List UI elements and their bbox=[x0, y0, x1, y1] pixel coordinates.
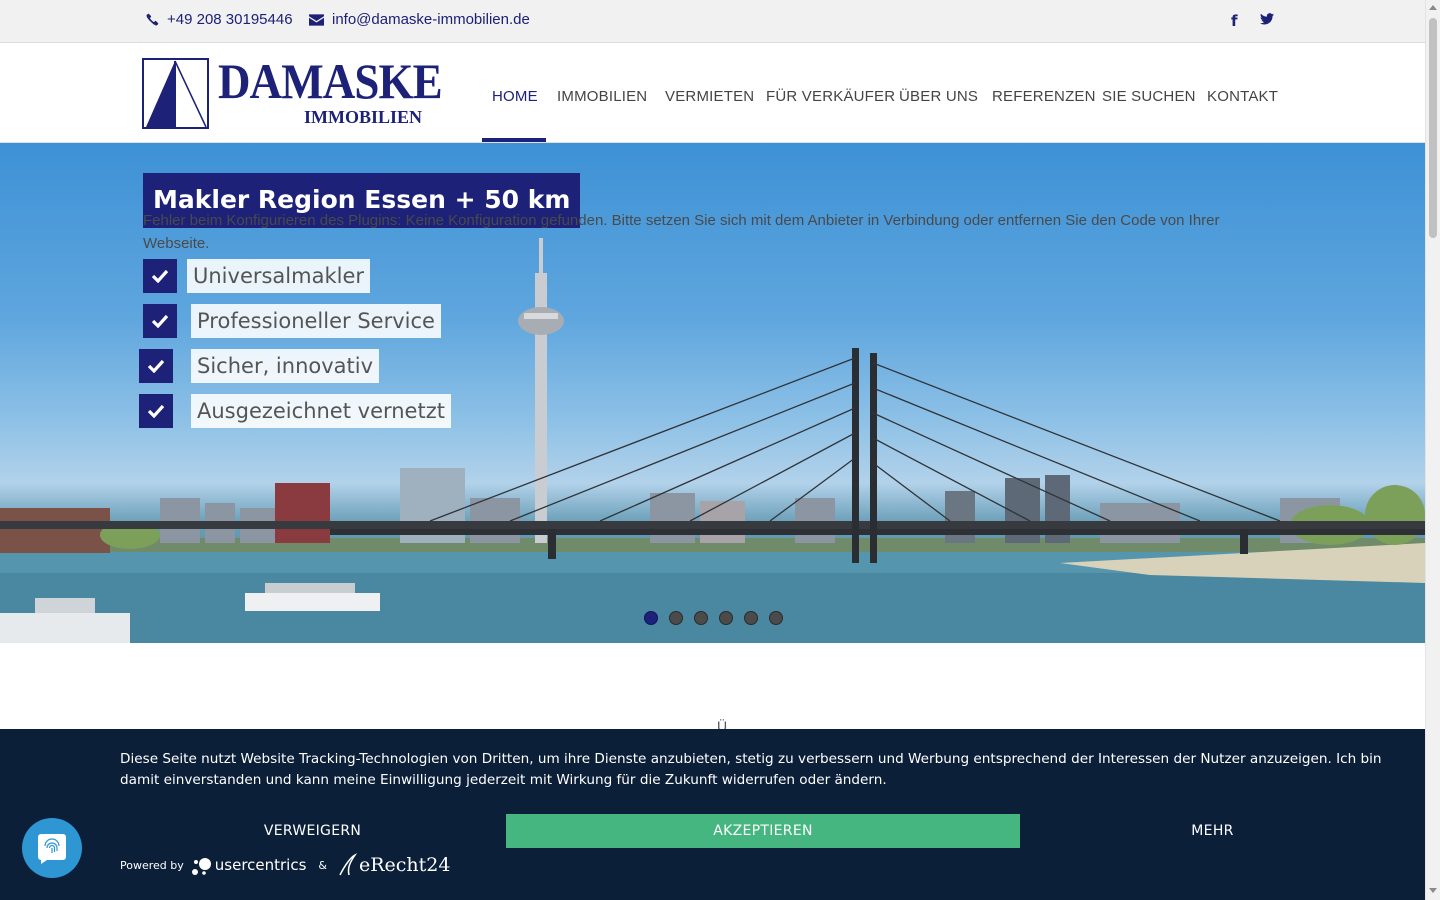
slide-dot-4[interactable] bbox=[719, 611, 733, 625]
phone-icon bbox=[146, 13, 159, 26]
nav-fuer-verkaeufer[interactable]: FÜR VERKÄUFER bbox=[766, 88, 895, 105]
nav-immobilien[interactable]: IMMOBILIEN bbox=[557, 88, 647, 105]
feature-item: Professioneller Service bbox=[143, 304, 441, 338]
active-nav-indicator bbox=[482, 138, 546, 142]
logo-subtitle: IMMOBILIEN bbox=[304, 107, 423, 127]
ampersand: & bbox=[318, 858, 327, 872]
nav-vermieten[interactable]: VERMIETEN bbox=[665, 88, 754, 105]
email-link[interactable]: info@damaske-immobilien.de bbox=[309, 11, 530, 28]
erecht24-label: eRecht24 bbox=[359, 854, 451, 876]
top-bar: +49 208 30195446 info@damaske-immobilien… bbox=[0, 0, 1425, 43]
checkmark-icon bbox=[143, 304, 177, 338]
cookie-consent-banner: Diese Seite nutzt Website Tracking-Techn… bbox=[0, 729, 1425, 900]
feature-item: Sicher, innovativ bbox=[139, 349, 380, 383]
erecht24-logo[interactable]: eRecht24 bbox=[337, 853, 450, 877]
envelope-icon bbox=[309, 13, 324, 26]
page-scrollbar[interactable] bbox=[1425, 0, 1440, 900]
deny-button[interactable]: VERWEIGERN bbox=[120, 814, 505, 848]
nav-referenzen[interactable]: REFERENZEN bbox=[992, 88, 1096, 105]
checkmark-icon bbox=[139, 349, 173, 383]
cookie-consent-text: Diese Seite nutzt Website Tracking-Techn… bbox=[120, 751, 1382, 788]
slide-dot-1[interactable] bbox=[644, 611, 658, 625]
facebook-icon[interactable]: f bbox=[1231, 12, 1238, 30]
usercentrics-label: usercentrics bbox=[214, 856, 307, 874]
feature-label: Ausgezeichnet vernetzt bbox=[191, 394, 451, 428]
hero-slider: Makler Region Essen + 50 km Fehler beim … bbox=[0, 143, 1425, 643]
accept-button[interactable]: AKZEPTIEREN bbox=[506, 814, 1020, 848]
checkmark-icon bbox=[143, 259, 177, 293]
nav-kontakt[interactable]: KONTAKT bbox=[1207, 88, 1278, 105]
site-header: DAMASKE IMMOBILIEN HOME IMMOBILIEN VERMI… bbox=[0, 43, 1425, 143]
nav-ueber-uns[interactable]: ÜBER UNS bbox=[899, 88, 978, 105]
scrollbar-thumb[interactable] bbox=[1429, 18, 1437, 238]
logo-sail-mark bbox=[142, 58, 209, 129]
slide-dot-5[interactable] bbox=[744, 611, 758, 625]
erecht-swirl-icon bbox=[339, 853, 358, 876]
twitter-icon[interactable] bbox=[1260, 12, 1274, 29]
powered-by-label: Powered by bbox=[120, 858, 184, 872]
checkmark-icon bbox=[139, 394, 173, 428]
phone-number: +49 208 30195446 bbox=[167, 11, 293, 28]
scroll-down-arrow-icon[interactable] bbox=[1429, 888, 1437, 893]
privacy-settings-button[interactable] bbox=[22, 818, 82, 878]
email-address: info@damaske-immobilien.de bbox=[332, 11, 530, 28]
feature-label: Professioneller Service bbox=[191, 304, 441, 338]
damaske-logo[interactable]: DAMASKE IMMOBILIEN bbox=[142, 56, 443, 130]
logo-wordmark: DAMASKE bbox=[218, 53, 443, 109]
scroll-up-arrow-icon[interactable] bbox=[1429, 5, 1437, 10]
phone-link[interactable]: +49 208 30195446 bbox=[146, 11, 293, 28]
usercentrics-dots-icon bbox=[191, 858, 211, 875]
plugin-error-message: Fehler beim Konfigurieren des Plugins: K… bbox=[143, 212, 1220, 252]
usercentrics-logo[interactable]: usercentrics bbox=[190, 854, 307, 876]
slide-dot-3[interactable] bbox=[694, 611, 708, 625]
slide-dot-6[interactable] bbox=[769, 611, 783, 625]
feature-item: Universalmakler bbox=[143, 259, 371, 293]
powered-by-row: Powered by usercentrics & eRecht24 bbox=[120, 853, 450, 877]
nav-home[interactable]: HOME bbox=[492, 88, 538, 105]
slider-pagination bbox=[644, 611, 783, 625]
feature-label: Universalmakler bbox=[187, 259, 371, 293]
slide-dot-2[interactable] bbox=[669, 611, 683, 625]
more-button[interactable]: MEHR bbox=[1020, 814, 1405, 848]
feature-item: Ausgezeichnet vernetzt bbox=[139, 394, 451, 428]
fingerprint-icon bbox=[38, 834, 66, 864]
nav-sie-suchen[interactable]: SIE SUCHEN bbox=[1102, 88, 1196, 105]
feature-label: Sicher, innovativ bbox=[191, 349, 380, 383]
